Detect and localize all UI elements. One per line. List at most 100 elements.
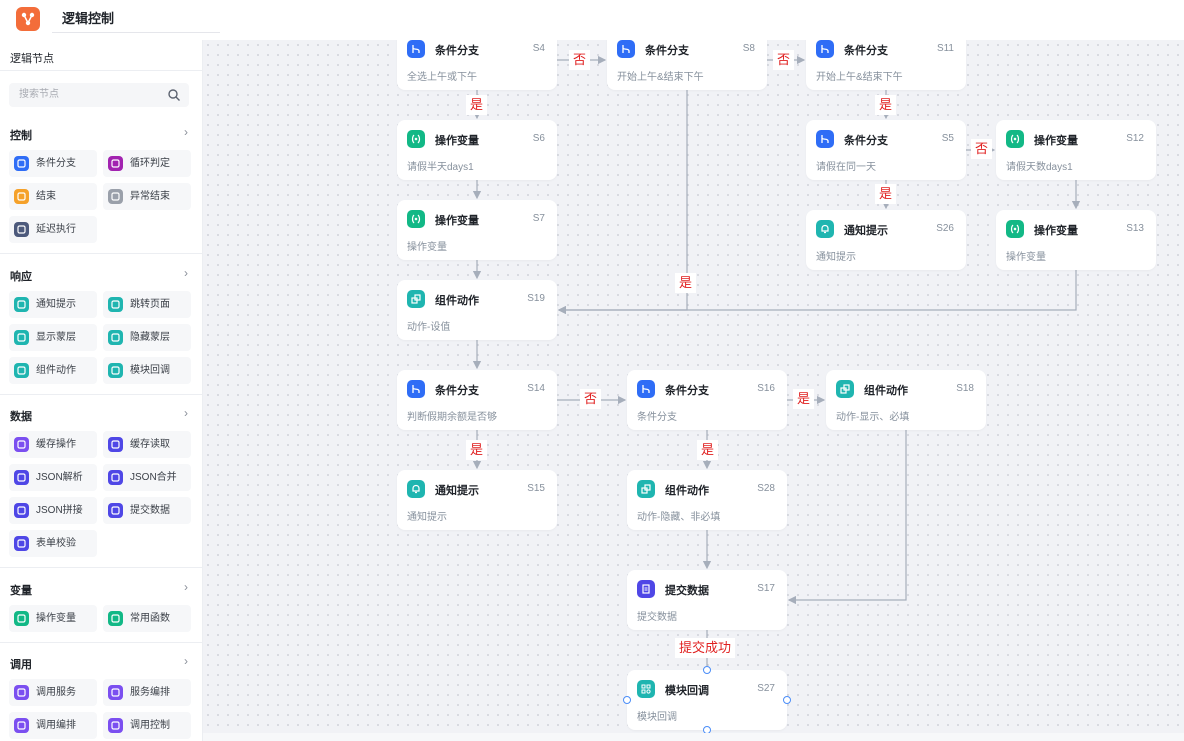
flow-node-s7[interactable]: 操作变量 S7 操作变量 [397,200,557,260]
node-subtitle: 动作-显示、必填 [836,412,910,423]
logic-app-icon [16,7,40,31]
flow-node-s17[interactable]: 提交数据 S17 提交数据 [627,570,787,630]
node-id: S27 [757,683,775,694]
palette-item-label: JSON解析 [36,472,83,483]
node-type-icon [14,503,29,518]
section-header[interactable]: 响应 [10,268,32,284]
connection-handle[interactable] [703,726,711,733]
edge-label-yes: 是 [793,389,815,409]
node-type-icon [108,189,123,204]
flow-node-s18[interactable]: 组件动作 S18 动作-显示、必填 [826,370,986,430]
palette-item[interactable]: 表单校验 [9,530,97,557]
sidebar-title: 逻辑节点 [10,53,54,65]
section-header[interactable]: 数据 [10,408,32,424]
palette-item[interactable]: 常用函数 [103,605,191,632]
search-icon[interactable] [167,88,181,102]
node-subtitle: 提交数据 [637,612,677,623]
node-id: S15 [527,483,545,494]
palette-item[interactable]: 提交数据 [103,497,191,524]
palette-item[interactable]: 循环判定 [103,150,191,177]
chevron-right-icon[interactable]: › [184,580,188,594]
flow-node-s26[interactable]: 通知提示 S26 通知提示 [806,210,966,270]
flow-node-s28[interactable]: 组件动作 S28 动作-隐藏、非必填 [627,470,787,530]
flow-node-s14[interactable]: 条件分支 S14 判断假期余额是否够 [397,370,557,430]
node-type-icon [108,156,123,171]
connection-handle[interactable] [623,696,631,704]
palette-item[interactable]: 调用服务 [9,679,97,706]
section-header[interactable]: 控制 [10,127,32,143]
node-subtitle: 开始上午&结束下午 [617,72,704,83]
flow-node-s11[interactable]: 条件分支 S11 开始上午&结束下午 [806,40,966,90]
chevron-right-icon[interactable]: › [184,125,188,139]
node-type-icon [108,363,123,378]
palette-item[interactable]: 结束 [9,183,97,210]
chevron-right-icon[interactable]: › [184,266,188,280]
variable-icon [407,130,425,148]
palette-item[interactable]: 异常结束 [103,183,191,210]
divider [0,394,202,395]
palette-item[interactable]: 服务编排 [103,679,191,706]
palette-item[interactable]: JSON合并 [103,464,191,491]
edge-label-no: 否 [569,50,591,70]
flow-node-s13[interactable]: 操作变量 S13 操作变量 [996,210,1156,270]
palette-item[interactable]: 缓存操作 [9,431,97,458]
palette-item[interactable]: 调用编排 [9,712,97,739]
node-type-icon [108,611,123,626]
palette-item[interactable]: 操作变量 [9,605,97,632]
connection-handle[interactable] [783,696,791,704]
flow-node-s5[interactable]: 条件分支 S5 请假在同一天 [806,120,966,180]
variable-icon [407,210,425,228]
node-title: 条件分支 [645,45,689,57]
palette-item-label: 跳转页面 [130,299,170,310]
submit-data-icon [637,580,655,598]
node-title: 条件分支 [844,45,888,57]
edge-label-no: 否 [971,139,993,159]
palette-item-label: 组件动作 [36,365,76,376]
section-header[interactable]: 调用 [10,656,32,672]
palette-item[interactable]: JSON拼接 [9,497,97,524]
node-type-icon [14,685,29,700]
node-id: S4 [532,43,545,54]
node-title: 组件动作 [665,485,709,497]
horizontal-scrollbar[interactable] [203,733,1184,741]
palette-item[interactable]: 通知提示 [9,291,97,318]
palette-item[interactable]: 隐藏蒙层 [103,324,191,351]
chevron-right-icon[interactable]: › [184,406,188,420]
flow-node-s16[interactable]: 条件分支 S16 条件分支 [627,370,787,430]
chevron-right-icon[interactable]: › [184,654,188,668]
node-title: 条件分支 [844,135,888,147]
palette-item[interactable]: 条件分支 [9,150,97,177]
node-title: 通知提示 [844,225,888,237]
branch-icon [637,380,655,398]
flow-node-s8[interactable]: 条件分支 S8 开始上午&结束下午 [607,40,767,90]
flow-node-s15[interactable]: 通知提示 S15 通知提示 [397,470,557,530]
component-action-icon [836,380,854,398]
palette-item[interactable]: 组件动作 [9,357,97,384]
flow-node-s6[interactable]: 操作变量 S6 请假半天days1 [397,120,557,180]
edge-label-no: 否 [773,50,795,70]
node-id: S11 [936,43,954,54]
palette-item[interactable]: 调用控制 [103,712,191,739]
flow-node-s4[interactable]: 条件分支 S4 全选上午或下午 [397,40,557,90]
bell-icon [816,220,834,238]
palette-item[interactable]: 跳转页面 [103,291,191,318]
flow-node-s19[interactable]: 组件动作 S19 动作-设值 [397,280,557,340]
palette-item[interactable]: JSON解析 [9,464,97,491]
node-title: 通知提示 [435,485,479,497]
section-header[interactable]: 变量 [10,582,32,598]
node-subtitle: 通知提示 [407,512,447,523]
flow-node-s27[interactable]: 模块回调 S27 模块回调 [627,670,787,730]
palette-item[interactable]: 模块回调 [103,357,191,384]
node-subtitle: 请假半天days1 [407,162,474,173]
palette-item[interactable]: 延迟执行 [9,216,97,243]
edge-label-submit-success: 提交成功 [675,638,736,658]
node-type-icon [108,718,123,733]
flow-canvas[interactable]: 条件分支 S4 全选上午或下午 条件分支 S8 开始上午&结束下午 条件分支 S11 开始上午&… [203,40,1184,733]
flow-node-s12[interactable]: 操作变量 S12 请假天数days1 [996,120,1156,180]
palette-item-label: 条件分支 [36,158,76,169]
node-type-icon [108,470,123,485]
palette-item[interactable]: 缓存读取 [103,431,191,458]
palette-item[interactable]: 显示蒙层 [9,324,97,351]
connection-handle[interactable] [703,666,711,674]
search-input[interactable]: 搜索节点 [9,83,189,107]
